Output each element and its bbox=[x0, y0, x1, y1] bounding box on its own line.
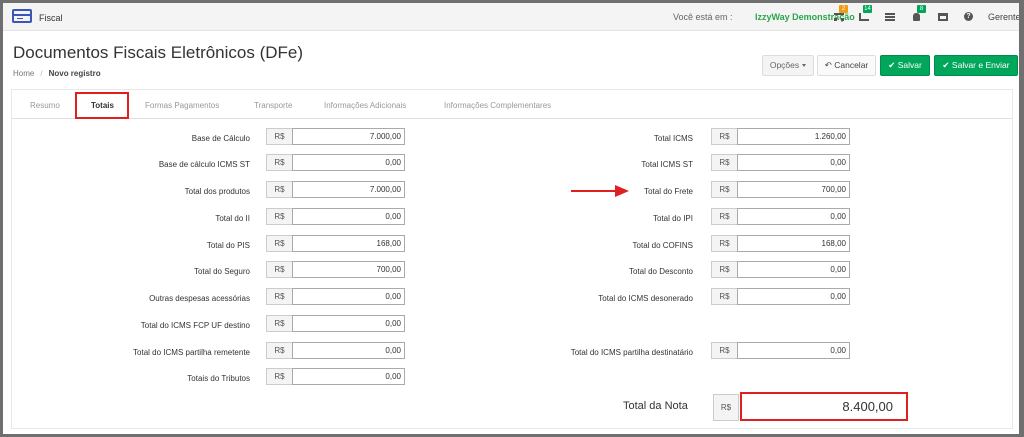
save-button[interactable]: ✔ Salvar bbox=[880, 55, 930, 76]
field-label: Total ICMS bbox=[653, 134, 693, 143]
chart-icon[interactable] bbox=[859, 13, 869, 21]
help-icon[interactable]: ? bbox=[964, 12, 973, 21]
currency-addon: R$ bbox=[711, 261, 737, 278]
total-frete-input[interactable]: 700,00 bbox=[737, 181, 850, 198]
tab-informacoes-adicionais[interactable]: Informações Adicionais bbox=[324, 101, 406, 110]
breadcrumb-home[interactable]: Home bbox=[13, 69, 34, 78]
save-label: Salvar bbox=[897, 60, 922, 70]
options-label: Opções bbox=[769, 60, 800, 70]
options-button[interactable]: Opções bbox=[762, 55, 814, 76]
check-icon: ✔ bbox=[888, 60, 896, 70]
field-label: Total ICMS ST bbox=[641, 160, 693, 169]
base-calculo-input[interactable]: 7.000,00 bbox=[292, 128, 405, 145]
total-desconto-input[interactable]: 0,00 bbox=[737, 261, 850, 278]
currency-addon: R$ bbox=[711, 235, 737, 252]
icms-fcp-uf-destino-input[interactable]: 0,00 bbox=[292, 315, 405, 332]
total-icms-st-input[interactable]: 0,00 bbox=[737, 154, 850, 171]
save-and-send-label: Salvar e Enviar bbox=[951, 60, 1010, 70]
currency-addon: R$ bbox=[711, 128, 737, 145]
currency-addon: R$ bbox=[713, 394, 739, 421]
sitemap-icon[interactable] bbox=[834, 13, 844, 21]
tab-formas-pagamentos[interactable]: Formas Pagamentos bbox=[145, 101, 219, 110]
breadcrumb: Home / Novo registro bbox=[13, 69, 101, 78]
notification-badge: 2 bbox=[839, 5, 848, 13]
currency-addon: R$ bbox=[266, 261, 292, 278]
field-label: Total do Desconto bbox=[628, 267, 693, 276]
check-circle-icon: ✔ bbox=[942, 60, 950, 70]
tab-bar: Resumo Totais Formas Pagamentos Transpor… bbox=[12, 90, 1012, 119]
notification-badge: 8 bbox=[917, 5, 926, 13]
undo-icon: ↶ bbox=[824, 60, 832, 70]
total-nota-label: Total da Nota bbox=[623, 400, 688, 412]
active-tab-highlight bbox=[75, 92, 129, 119]
cancel-label: Cancelar bbox=[834, 60, 869, 70]
base-calculo-icms-st-input[interactable]: 0,00 bbox=[292, 154, 405, 171]
app-window: Fiscal Você está em : IzzyWay Demonstraç… bbox=[3, 3, 1019, 434]
field-label: Total do ICMS partilha destinatário bbox=[570, 348, 693, 357]
currency-addon: R$ bbox=[266, 288, 292, 305]
cancel-button[interactable]: ↶ Cancelar bbox=[817, 55, 876, 76]
field-label: Total do II bbox=[215, 214, 250, 223]
field-label: Base de Cálculo bbox=[191, 134, 250, 143]
currency-addon: R$ bbox=[266, 128, 292, 145]
currency-addon: R$ bbox=[266, 208, 292, 225]
card-logo-icon[interactable] bbox=[12, 9, 32, 23]
bell-icon[interactable] bbox=[913, 13, 920, 21]
caret-down-icon bbox=[802, 64, 807, 68]
annotation-arrow-icon bbox=[571, 185, 629, 197]
total-ii-input[interactable]: 0,00 bbox=[292, 208, 405, 225]
page-title: Documentos Fiscais Eletrônicos (DFe) bbox=[13, 43, 304, 62]
currency-addon: R$ bbox=[266, 181, 292, 198]
total-seguro-input[interactable]: 700,00 bbox=[292, 261, 405, 278]
field-label: Total do PIS bbox=[206, 241, 250, 250]
currency-addon: R$ bbox=[711, 288, 737, 305]
save-and-send-button[interactable]: ✔ Salvar e Enviar bbox=[934, 55, 1018, 76]
total-produtos-input[interactable]: 7.000,00 bbox=[292, 181, 405, 198]
breadcrumb-separator: / bbox=[40, 69, 43, 78]
field-label: Total do ICMS desonerado bbox=[598, 294, 693, 303]
currency-addon: R$ bbox=[711, 181, 737, 198]
field-label: Total do IPI bbox=[652, 214, 693, 223]
total-cofins-input[interactable]: 168,00 bbox=[737, 235, 850, 252]
user-menu[interactable]: Gerente bbox=[988, 12, 1019, 22]
currency-addon: R$ bbox=[711, 342, 737, 359]
tab-transporte[interactable]: Transporte bbox=[254, 101, 292, 110]
total-nota-input[interactable]: 8.400,00 bbox=[740, 392, 908, 421]
currency-addon: R$ bbox=[266, 342, 292, 359]
currency-addon: R$ bbox=[711, 208, 737, 225]
field-label: Total do ICMS partilha remetente bbox=[133, 348, 250, 357]
field-label: Outras despesas acessórias bbox=[149, 294, 250, 303]
notification-badge: 14 bbox=[863, 5, 872, 13]
totais-tributos-input[interactable]: 0,00 bbox=[292, 368, 405, 385]
app-name: Fiscal bbox=[39, 13, 63, 23]
outras-despesas-input[interactable]: 0,00 bbox=[292, 288, 405, 305]
calendar-icon[interactable] bbox=[938, 13, 948, 21]
currency-addon: R$ bbox=[266, 154, 292, 171]
total-pis-input[interactable]: 168,00 bbox=[292, 235, 405, 252]
icms-partilha-destinatario-input[interactable]: 0,00 bbox=[737, 342, 850, 359]
currency-addon: R$ bbox=[266, 315, 292, 332]
field-label: Base de cálculo ICMS ST bbox=[158, 160, 250, 169]
total-ipi-input[interactable]: 0,00 bbox=[737, 208, 850, 225]
list-icon[interactable] bbox=[885, 13, 895, 21]
field-label: Total do Seguro bbox=[193, 267, 250, 276]
tab-informacoes-complementares[interactable]: Informações Complementares bbox=[444, 101, 551, 110]
icms-desonerado-input[interactable]: 0,00 bbox=[737, 288, 850, 305]
icms-partilha-remetente-input[interactable]: 0,00 bbox=[292, 342, 405, 359]
currency-addon: R$ bbox=[266, 368, 292, 385]
field-label: Totais do Tributos bbox=[187, 374, 250, 383]
tab-resumo[interactable]: Resumo bbox=[30, 101, 60, 110]
field-label: Total dos produtos bbox=[184, 187, 250, 196]
field-label: Total do COFINS bbox=[632, 241, 693, 250]
breadcrumb-current: Novo registro bbox=[48, 69, 101, 78]
currency-addon: R$ bbox=[711, 154, 737, 171]
top-bar: Fiscal Você está em : IzzyWay Demonstraç… bbox=[3, 3, 1019, 31]
location-label: Você está em : bbox=[673, 12, 733, 22]
currency-addon: R$ bbox=[266, 235, 292, 252]
total-icms-input[interactable]: 1.260,00 bbox=[737, 128, 850, 145]
field-label: Total do ICMS FCP UF destino bbox=[140, 321, 250, 330]
